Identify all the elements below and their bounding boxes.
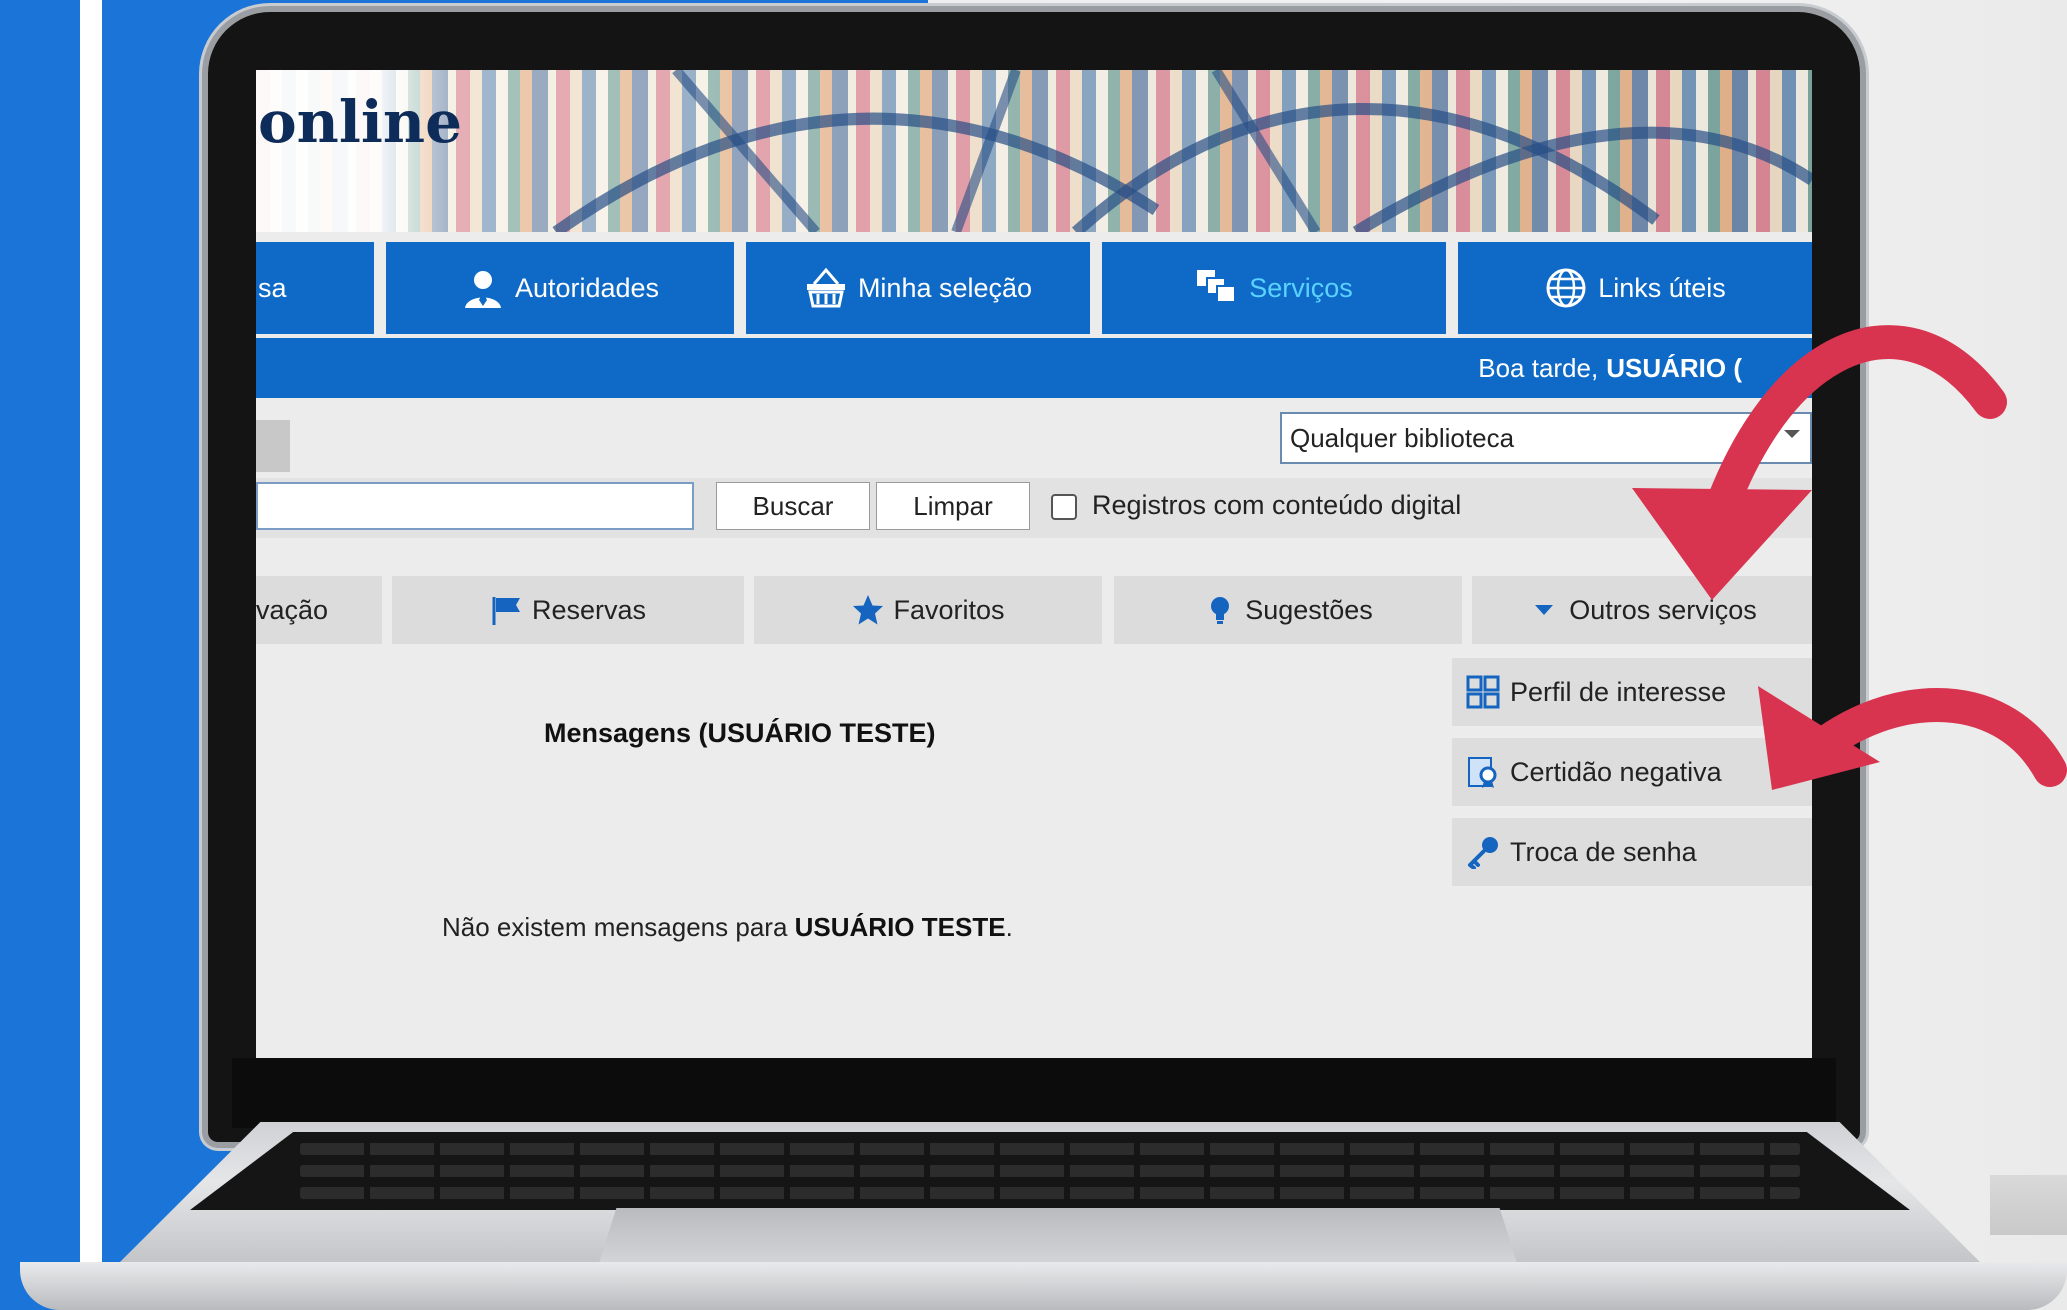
tab-reservas[interactable]: Reservas [392,576,744,644]
greeting-bar: Boa tarde, USUÁRIO ( [256,338,1812,398]
library-select[interactable]: Qualquer biblioteca [1280,412,1812,464]
menu-item-label: Certidão negativa [1510,756,1722,787]
messages-empty-suffix: . [1005,912,1013,942]
digital-content-label: Registros com conteúdo digital [1092,490,1462,520]
tab-outros-servicos[interactable]: Outros serviços [1472,576,1812,644]
search-input[interactable] [256,482,694,530]
laptop-bezel [232,1058,1836,1128]
browser-screen: online sa Autoridades Minha seleção Serv… [256,70,1812,1058]
tab-favoritos[interactable]: Favoritos [754,576,1102,644]
menu-item-label: Perfil de interesse [1510,676,1727,707]
search-button[interactable]: Buscar [716,482,870,530]
main-nav: sa Autoridades Minha seleção Serviços Li… [256,242,1812,334]
nav-item-label: Autoridades [514,272,660,303]
collapsed-tab[interactable] [256,420,290,472]
tab-sugestoes[interactable]: Sugestões [1114,576,1462,644]
messages-empty-text: Não existem mensagens para USUÁRIO TESTE… [442,912,1013,943]
tab-reservation[interactable]: vação [256,576,382,644]
library-select-value: Qualquer biblioteca [1290,422,1515,453]
nav-item-label: sa [258,272,287,303]
background-shelf [1990,1175,2067,1235]
services-icon [1197,270,1237,303]
nav-item-links-uteis[interactable]: Links úteis [1458,242,1812,334]
header-banner: online [256,70,1812,232]
certificate-icon [1468,757,1497,788]
menu-item-perfil-interesse[interactable]: Perfil de interesse [1452,658,1812,726]
background-divider [80,0,102,1310]
banner-shelves-art [552,70,1812,232]
messages-title: Mensagens (USUÁRIO TESTE) [544,718,936,748]
tab-label: Reservas [531,594,647,625]
tab-label: vação [256,594,329,625]
tab-label: Sugestões [1245,594,1373,625]
laptop-trackpad [598,1208,1518,1266]
nav-item-label: Links úteis [1598,272,1726,303]
key-row [300,1187,1800,1199]
background-blue-panel [0,0,80,1310]
nav-item-search[interactable]: sa [256,242,374,334]
key-row [300,1143,1800,1155]
key-icon [1468,837,1498,869]
clear-button[interactable]: Limpar [876,482,1030,530]
menu-item-certidao-negativa[interactable]: Certidão negativa [1452,738,1812,806]
nav-item-minha-selecao[interactable]: Minha seleção [746,242,1090,334]
greeting-user: USUÁRIO ( [1606,352,1742,383]
tab-label: Outros serviços [1569,594,1757,625]
tab-label: Favoritos [893,594,1005,625]
laptop-base [20,1262,2067,1310]
caret-down-icon [1535,605,1554,615]
services-tabs: vação Reservas Favoritos Sugestões Outro… [256,576,1812,644]
chevron-down-icon [1784,430,1800,438]
globe-icon [1546,268,1586,308]
basket-icon [806,267,845,308]
flag-icon [492,597,520,625]
lightbulb-icon [1211,597,1230,624]
person-icon [464,271,501,308]
digital-content-checkbox[interactable] [1051,494,1077,520]
messages-empty-user: USUÁRIO TESTE [794,912,1006,942]
menu-item-label: Troca de senha [1510,836,1697,867]
menu-item-troca-senha[interactable]: Troca de senha [1452,818,1812,886]
nav-item-servicos[interactable]: Serviços [1102,242,1446,334]
star-icon [853,595,884,625]
greeting-text: Boa tarde, [1478,352,1599,383]
nav-item-autoridades[interactable]: Autoridades [386,242,734,334]
key-row [300,1165,1800,1177]
messages-empty-prefix: Não existem mensagens para [442,912,788,942]
laptop-keyboard [190,1132,1910,1210]
site-logo[interactable]: online [258,88,462,156]
grid-icon [1466,675,1500,709]
nav-item-label: Minha seleção [857,272,1033,303]
nav-item-label: Serviços [1249,272,1353,303]
